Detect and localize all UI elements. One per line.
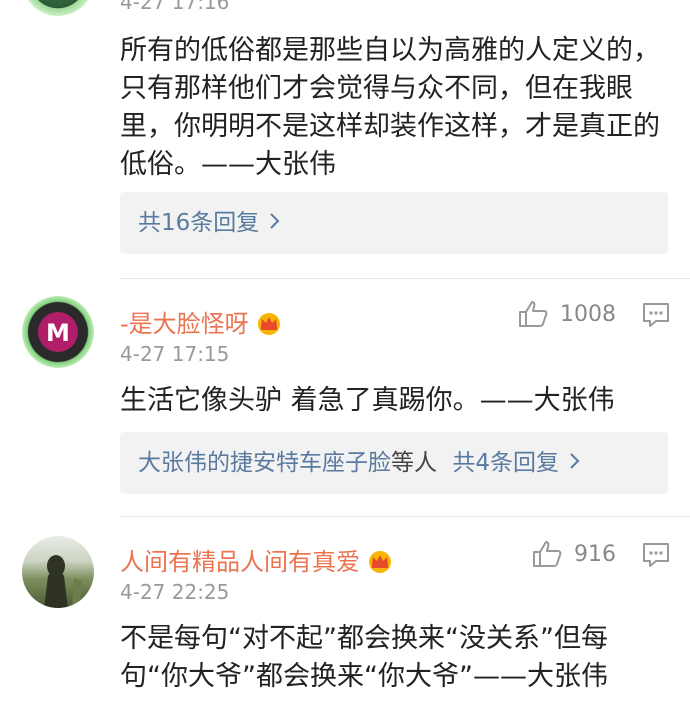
comment-icon[interactable]: [642, 542, 670, 572]
svg-text:M: M: [46, 319, 70, 347]
crown-icon: [366, 549, 394, 579]
reply-author-link[interactable]: 大张伟的捷安特车座子脸: [138, 450, 391, 476]
avatar-logo: M: [38, 312, 78, 352]
comment-time: 4-27 22:25: [120, 580, 230, 604]
comment-text: 不是每句“对不起”都会换来“没关系”但每句“你大爷”都会换来“你大爷”——大张伟: [120, 623, 608, 692]
avatar[interactable]: [22, 536, 94, 608]
reply-author-suffix: 等人: [391, 450, 437, 476]
thumb-up-icon: [519, 301, 548, 327]
like-count: 1008: [560, 301, 616, 327]
username-text[interactable]: 人间有精品人间有真爱: [120, 548, 360, 576]
chevron-right-icon: [269, 192, 281, 254]
crown-icon: [255, 311, 283, 341]
username[interactable]: 人间有精品人间有真爱: [120, 542, 394, 579]
comment-time: 4-27 17:15: [120, 342, 230, 366]
divider: [120, 278, 690, 279]
like-count: 916: [574, 541, 616, 567]
divider: [120, 516, 690, 517]
comment-time: 4-27 17:16: [120, 0, 230, 14]
comment-icon[interactable]: [642, 302, 670, 332]
reply-summary-box[interactable]: 共16条回复: [120, 192, 668, 254]
reply-summary-box[interactable]: 大张伟的捷安特车座子脸等人 共4条回复: [120, 432, 668, 494]
reply-count-link[interactable]: 共16条回复: [138, 210, 259, 236]
like-button[interactable]: 916: [532, 540, 616, 568]
comment-text: 生活它像头驴 着急了真踢你。——大张伟: [120, 385, 615, 416]
reply-count-link[interactable]: 共4条回复: [452, 450, 559, 476]
thumb-up-icon: [533, 541, 562, 567]
like-button[interactable]: 1008: [518, 300, 616, 328]
chevron-right-icon: [569, 432, 581, 494]
avatar[interactable]: M: [22, 296, 94, 368]
avatar[interactable]: [22, 0, 94, 16]
username-text[interactable]: -是大脸怪呀: [120, 310, 249, 338]
comment-text: 所有的低俗都是那些自以为高雅的人定义的，只有那样他们才会觉得与众不同，但在我眼里…: [120, 35, 660, 180]
username[interactable]: -是大脸怪呀: [120, 304, 283, 341]
avatar-figure: [44, 555, 82, 608]
